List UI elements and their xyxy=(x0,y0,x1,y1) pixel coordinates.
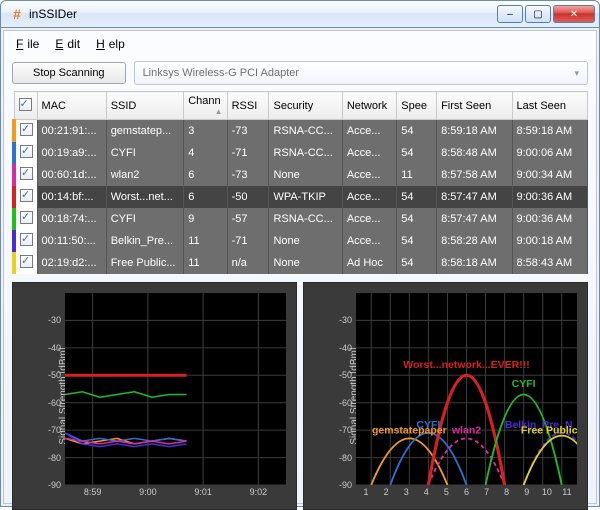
svg-text:CYFI: CYFI xyxy=(416,420,440,431)
menu-bar: File Edit Help xyxy=(12,35,588,53)
checkbox-icon[interactable] xyxy=(20,211,33,224)
col-rssi[interactable]: RSSI xyxy=(227,92,269,120)
adapter-dropdown[interactable]: Linksys Wireless-G PCI Adapter ▾ xyxy=(134,61,588,85)
col-ssid[interactable]: SSID xyxy=(106,92,184,120)
col-checkbox[interactable] xyxy=(14,92,37,120)
table-row[interactable]: 00:18:74:...CYFI9-57RSNA-CC...Acce...548… xyxy=(14,208,588,230)
col-network[interactable]: Network xyxy=(342,92,396,120)
checkbox-icon[interactable] xyxy=(20,123,33,136)
checkbox-icon[interactable] xyxy=(19,98,32,111)
svg-text:Worst...network...EVER!!!: Worst...network...EVER!!! xyxy=(403,360,529,371)
table-row[interactable]: 00:21:91:...gemstatep...3-73RSNA-CC...Ac… xyxy=(14,120,588,143)
col-firstseen[interactable]: First Seen xyxy=(437,92,512,120)
channel-chart: Signal Strength [dBm] -30-40-50-60-70-80… xyxy=(303,282,588,510)
table-row[interactable]: 00:14:bf:...Worst...net...6-50WPA-TKIPAc… xyxy=(14,186,588,208)
window-title: inSSIDer xyxy=(29,7,497,21)
title-bar: # inSSIDer – ▢ ✕ xyxy=(0,0,600,28)
checkbox-icon[interactable] xyxy=(20,255,33,268)
chevron-down-icon: ▾ xyxy=(574,68,579,79)
menu-help[interactable]: Help xyxy=(92,35,133,53)
checkbox-icon[interactable] xyxy=(20,233,33,246)
col-security[interactable]: Security xyxy=(269,92,342,120)
col-spee[interactable]: Spee xyxy=(397,92,437,120)
time-chart: Signal Strength [dBm] -30-40-50-60-70-80… xyxy=(12,282,297,510)
col-mac[interactable]: MAC xyxy=(37,92,106,120)
close-button[interactable]: ✕ xyxy=(553,5,595,23)
col-lastseen[interactable]: Last Seen xyxy=(512,92,588,120)
menu-edit[interactable]: Edit xyxy=(51,35,88,53)
svg-text:Free Public WiFi: Free Public WiFi xyxy=(521,426,577,437)
scan-button[interactable]: Stop Scanning xyxy=(12,62,126,84)
checkbox-icon[interactable] xyxy=(20,189,33,202)
networks-table: MACSSIDChann▲RSSISecurityNetworkSpeeFirs… xyxy=(12,91,588,274)
adapter-label: Linksys Wireless-G PCI Adapter xyxy=(143,67,300,79)
app-icon: # xyxy=(9,6,25,22)
table-header-row: MACSSIDChann▲RSSISecurityNetworkSpeeFirs… xyxy=(14,92,588,120)
svg-text:wlan2: wlan2 xyxy=(451,426,481,437)
table-row[interactable]: 02:19:d2:...Free Public...11n/aNoneAd Ho… xyxy=(14,252,588,274)
minimize-button[interactable]: – xyxy=(497,5,523,23)
menu-file[interactable]: File xyxy=(12,35,47,53)
col-chann[interactable]: Chann▲ xyxy=(184,92,227,120)
table-row[interactable]: 00:11:50:...Belkin_Pre...11-71NoneAcce..… xyxy=(14,230,588,252)
checkbox-icon[interactable] xyxy=(20,167,33,180)
maximize-button[interactable]: ▢ xyxy=(525,5,551,23)
table-row[interactable]: 00:19:a9:...CYFI4-71RSNA-CC...Acce...548… xyxy=(14,142,588,164)
svg-text:CYFI: CYFI xyxy=(512,379,536,390)
checkbox-icon[interactable] xyxy=(20,145,33,158)
table-row[interactable]: 00:60:1d:...wlan26-73NoneAcce...118:57:5… xyxy=(14,164,588,186)
